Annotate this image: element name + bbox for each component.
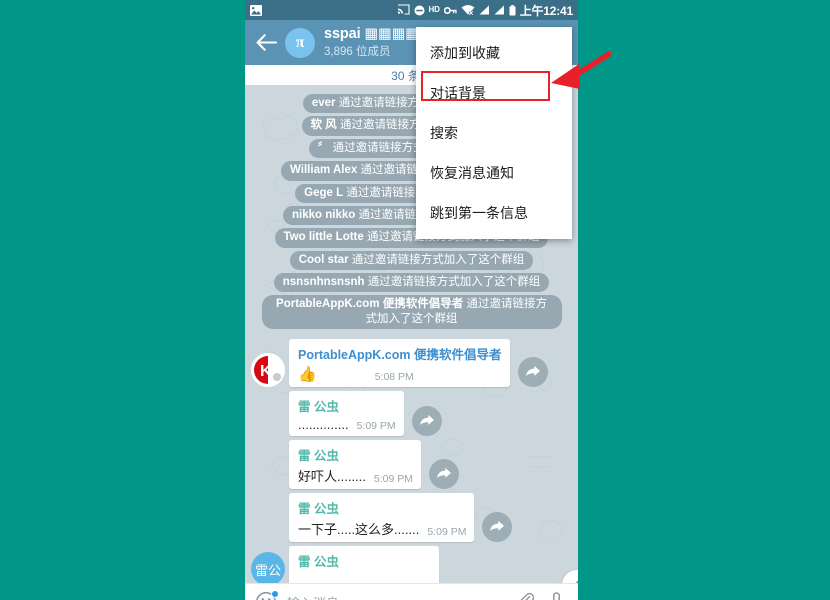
forward-button[interactable] — [429, 459, 460, 490]
service-message-name: Gege L — [304, 186, 344, 199]
service-message: PortableAppK.com 便携软件倡导者 通过邀请链接方式加入了这个群组 — [261, 295, 562, 330]
message-row[interactable]: 雷 公虫 一下子.....这么多....... 5:09 PM — [251, 493, 578, 543]
message-time: 5:09 PM — [373, 473, 414, 486]
battery-icon — [509, 4, 516, 16]
screenshot-canvas: HD 上午12:41 π sspai ▦▦▦▦ Fre 3,896 位成员 30… — [0, 0, 830, 600]
message-time: 5:09 PM — [427, 526, 467, 539]
message-line: 一下子.....这么多....... 5:09 PM — [298, 519, 466, 538]
message-text: 一下子.....这么多....... — [298, 522, 420, 538]
message-bubble[interactable]: PortableAppK.com 便携软件倡导者 👍 5:08 PM — [289, 339, 510, 388]
message-sender: PortableAppK.com 便携软件倡导者 — [298, 348, 502, 363]
message-text: .............. — [298, 417, 349, 433]
microphone-icon — [549, 592, 564, 600]
message-text: 好吓人........ — [298, 469, 366, 485]
service-message-action: 通过邀请链接方式加入了这个群组 — [367, 276, 541, 288]
service-message: Cool star 通过邀请链接方式加入了这个群组 — [289, 250, 534, 270]
service-message-row: Cool star 通过邀请链接方式加入了这个群组 — [251, 250, 572, 270]
forward-button[interactable] — [482, 512, 513, 543]
message-time: 5:09 PM — [356, 420, 396, 433]
message-sender: 雷 公虫 — [298, 555, 339, 570]
status-bar-left-icons — [250, 4, 262, 16]
emoji-notification-dot — [271, 590, 279, 598]
message-sender: 雷 公虫 — [298, 400, 339, 415]
message-row[interactable]: 雷 公虫 好吓人........ 5:09 PM — [251, 440, 578, 490]
message-line: .............. 5:09 PM — [298, 417, 396, 432]
service-message-name: nsnsnhnsnsnh — [282, 276, 365, 288]
emoji-button[interactable] — [255, 590, 279, 600]
voice-record-button[interactable] — [544, 590, 568, 600]
do-not-disturb-icon — [414, 5, 425, 16]
attach-button[interactable] — [514, 590, 538, 600]
service-message-row: nsnsnhnsnsnh 通过邀请链接方式加入了这个群组 — [251, 273, 572, 293]
message-sender: 雷 公虫 — [298, 449, 339, 464]
status-bar-right-icons: HD 上午12:41 — [397, 2, 573, 19]
message-line: 👍 5:08 PM — [298, 365, 502, 383]
annotation-arrow-icon — [551, 52, 611, 89]
menu-item-jump-to-first-message[interactable]: 跳到第一条信息 — [416, 193, 572, 233]
message-input-placeholder[interactable]: 输入消息 — [287, 593, 508, 600]
service-message-action: 通过邀请链接方式加入了这个群组 — [351, 253, 525, 266]
forward-button[interactable] — [517, 357, 548, 388]
signal-icon — [479, 5, 490, 15]
message-row[interactable]: 雷公 雷 公虫 — [251, 546, 578, 583]
message-row[interactable]: K PortableAppK.com 便携软件倡导者 👍 5:08 PM — [251, 339, 578, 388]
avatar[interactable]: 雷公 — [251, 552, 285, 583]
message-input-bar[interactable]: 输入消息 — [245, 583, 578, 600]
signal-icon-2 — [494, 5, 505, 15]
chevron-left-icon — [572, 578, 578, 583]
service-message-name: 软 风 — [310, 119, 337, 132]
status-bar: HD 上午12:41 — [245, 0, 578, 20]
message-sender: 雷 公虫 — [298, 502, 339, 517]
message-line: 好吓人........ 5:09 PM — [298, 466, 413, 485]
menu-item-search[interactable]: 搜索 — [416, 113, 572, 153]
vpn-key-icon — [443, 6, 457, 15]
message-bubble[interactable]: 雷 公虫 — [289, 546, 439, 583]
message-time: 5:08 PM — [374, 371, 414, 384]
svg-text:K: K — [260, 363, 272, 380]
service-message-row: PortableAppK.com 便携软件倡导者 通过邀请链接方式加入了这个群组 — [251, 295, 572, 330]
avatar[interactable]: K — [251, 353, 285, 388]
forward-button[interactable] — [411, 406, 442, 437]
cast-icon — [397, 4, 410, 16]
message-text: 👍 — [298, 366, 317, 384]
message-bubble[interactable]: 雷 公虫 .............. 5:09 PM — [289, 391, 404, 437]
message-bubble[interactable]: 雷 公虫 一下子.....这么多....... 5:09 PM — [289, 493, 475, 543]
service-message-name: ever — [311, 97, 336, 109]
service-message-name: Two little Lotte — [283, 231, 364, 244]
service-message-name: 〞 — [317, 141, 330, 154]
service-message-name: nikko nikko — [292, 208, 356, 221]
service-message: nsnsnhnsnsnh 通过邀请链接方式加入了这个群组 — [273, 273, 550, 293]
message-bubble[interactable]: 雷 公虫 好吓人........ 5:09 PM — [289, 440, 422, 490]
service-message-name: Cool star — [298, 253, 349, 266]
image-icon — [250, 4, 262, 16]
message-row[interactable]: 雷 公虫 .............. 5:09 PM — [251, 391, 578, 437]
service-message-name: William Alex — [290, 164, 358, 177]
group-avatar[interactable]: π — [285, 27, 315, 58]
service-message-name: PortableAppK.com 便携软件倡导者 — [276, 298, 464, 311]
back-button[interactable] — [251, 28, 281, 58]
menu-item-restore-notifications[interactable]: 恢复消息通知 — [416, 153, 572, 193]
status-bar-clock: 上午12:41 — [519, 3, 573, 18]
paperclip-icon — [517, 592, 536, 600]
wifi-off-icon — [461, 4, 475, 16]
hd-icon: HD — [428, 5, 440, 14]
back-arrow-icon — [256, 34, 277, 51]
